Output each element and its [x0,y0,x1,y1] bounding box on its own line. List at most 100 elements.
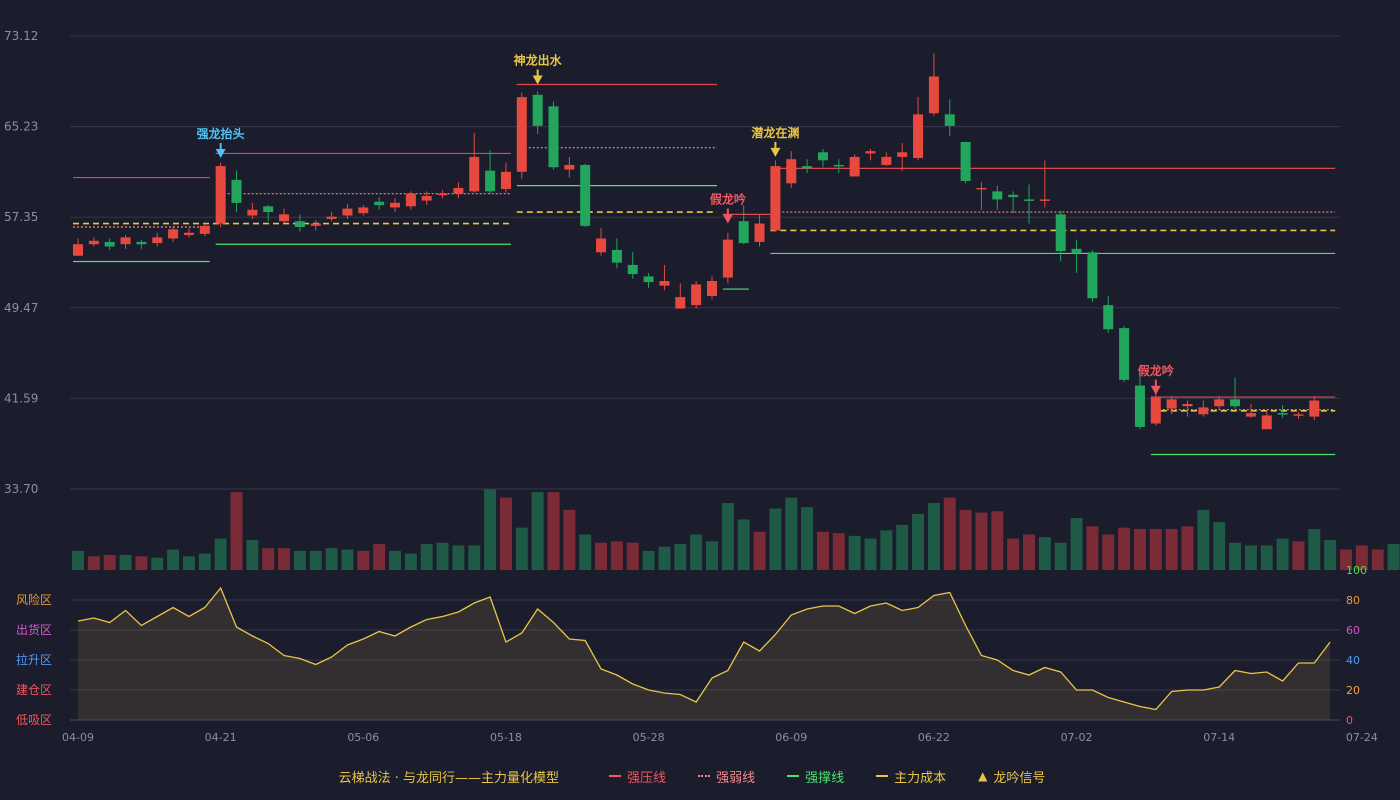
candle-body [247,209,258,216]
candle-body [1024,199,1034,201]
volume-bar [1308,529,1321,570]
indicator-tick-label: 80 [1346,594,1360,607]
price-tick-label: 65.23 [4,120,38,134]
volume-bar [1023,534,1035,570]
legend-item-support[interactable]: 强撑线 [787,767,844,786]
candle-body [802,166,813,169]
volume-bar [848,535,861,570]
volume-bar [531,492,544,570]
indicator-tick-label: 0 [1346,714,1353,727]
volume-bar [816,531,829,570]
candle-body [199,225,210,234]
volume-bar [674,544,687,570]
indicator-tick-label: 60 [1346,624,1360,637]
candle-body [532,94,543,126]
candle-body [897,152,908,157]
candle-body [754,223,765,242]
volume-bar [499,497,512,570]
volume-bar [1213,522,1226,570]
volume-bar [1149,529,1162,570]
candle-body [1150,397,1161,424]
candle-body [865,151,876,154]
candle-body [960,141,971,182]
candle-body [1071,248,1082,254]
legend-item-main-cost[interactable]: 主力成本 [876,767,946,786]
candle-body [1008,194,1019,198]
candle-body [437,193,448,196]
candle-body [294,221,305,227]
candle-body [1087,252,1098,299]
volume-bar [927,503,940,570]
volume-bar [1054,542,1067,570]
signal-arrow [770,147,781,157]
volume-bar [785,497,798,570]
volume-bar [626,542,639,570]
volume-bar [404,553,417,570]
volume-bar [262,548,275,570]
candle-body [1103,305,1114,330]
candle-body [120,237,131,245]
candle-body [310,223,321,226]
volume-bar [1007,538,1020,570]
candle-body [675,297,686,309]
candle-body [643,276,654,283]
legend-swatch [609,775,622,777]
x-tick-label: 05-18 [490,731,522,744]
candle-body [231,179,242,203]
legend-item-strong-pressure[interactable]: 强压线 [609,767,666,786]
volume-bar [1387,544,1400,570]
candle-body [516,97,527,172]
candle-body [928,76,939,114]
signal-arrow [532,75,543,85]
legend-label: 强弱线 [716,770,756,786]
legend-label: 强压线 [627,770,667,786]
legend-label: 龙吟信号 [993,770,1046,786]
candle-body [500,171,511,190]
candle-body [183,232,194,236]
candle-body [1119,328,1130,380]
volume-bar [959,509,972,570]
candle-body [1198,407,1209,415]
chart-legend: 云梯战法 · 与龙同行——主力量化模型 强压线 强弱线 强撑线 主力成本 ▲ 龙… [0,764,1400,788]
candle-body [1261,415,1272,430]
volume-bar [547,492,560,570]
candle-body [453,187,464,194]
candle-body [596,238,607,253]
volume-bar [595,542,608,570]
candle-body [707,281,717,296]
candle-body [611,249,622,263]
volume-bar [1276,538,1289,570]
volume-bar [1181,526,1194,570]
volume-bar [1229,542,1242,570]
x-tick-label: 05-28 [633,731,665,744]
volume-bar [452,545,465,570]
candle-body [1309,400,1320,417]
volume-bar [753,531,766,570]
signal-label: 神龙出水 [514,52,563,67]
volume-bar [642,550,655,570]
candle-body [992,191,1003,200]
price-tick-label: 33.70 [4,482,38,496]
triangle-icon: ▲ [978,769,988,783]
volume-bar [912,513,925,570]
volume-bar [690,534,703,570]
candle-body [944,114,955,126]
indicator-area [78,588,1331,720]
x-tick-label: 07-02 [1061,731,1093,744]
volume-bar [87,556,100,570]
indicator-tick-label: 40 [1346,654,1360,667]
indicator-tick-label: 100 [1346,564,1367,577]
candlestick-chart: 73.12 65.23 57.35 49.47 41.59 33.70 强龙抬头 神龙出水假龙… [4,29,1400,744]
candle-body [564,164,575,170]
legend-item-signal[interactable]: ▲ 龙吟信号 [978,767,1045,786]
candle-body [358,207,369,214]
candle-body [817,152,828,161]
legend-item-weak-pressure[interactable]: 强弱线 [698,767,755,786]
candle-body [580,164,591,226]
candle-body [390,202,400,208]
volume-bar [1038,537,1051,570]
indicator-tick-label: 20 [1346,684,1360,697]
candle-body [849,156,860,177]
volume-bar [832,533,845,570]
volume-bar [167,549,180,570]
